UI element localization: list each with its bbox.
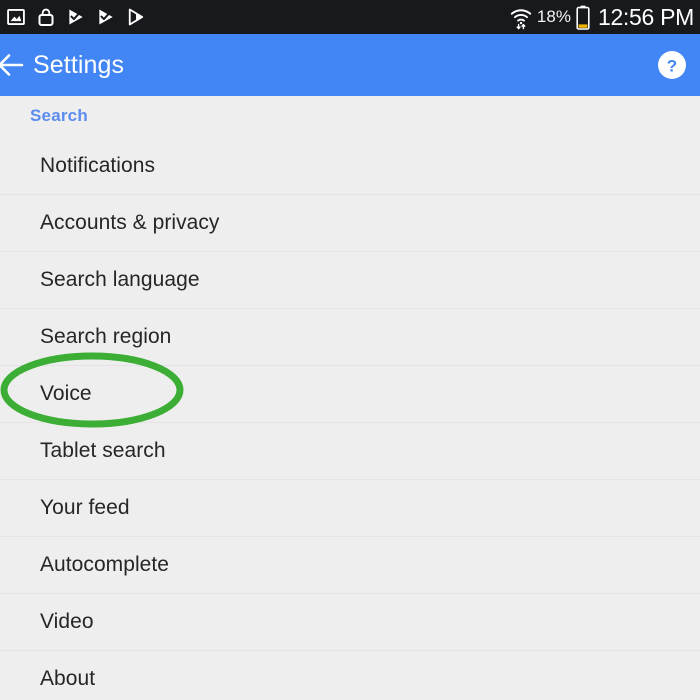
list-item-search-language[interactable]: Search language (0, 251, 700, 308)
status-bar-right-indicators: 18% 12:56 PM (509, 0, 694, 34)
battery-percent-label: 18% (536, 7, 571, 26)
list-item-your-feed[interactable]: Your feed (0, 479, 700, 536)
settings-list: Search Notifications Accounts & privacy … (0, 96, 700, 700)
list-item-label: Accounts & privacy (40, 211, 220, 234)
list-item-voice[interactable]: Voice (0, 365, 700, 422)
back-arrow-icon[interactable] (0, 50, 36, 80)
app-screen: 18% 12:56 PM Settings ? Search Notificat… (0, 0, 700, 700)
battery-low-icon (576, 5, 590, 30)
app-bar: Settings ? (0, 34, 700, 96)
list-item-label: Autocomplete (40, 553, 170, 576)
help-question-icon[interactable]: ? (657, 50, 687, 80)
page-title: Settings (33, 51, 125, 79)
screenshot-icon (6, 7, 26, 27)
list-item-video[interactable]: Video (0, 593, 700, 650)
status-bar-clock: 12:56 PM (597, 4, 694, 30)
list-item-label: Video (40, 610, 94, 633)
list-item-label: Search language (40, 268, 200, 291)
svg-text:?: ? (667, 57, 677, 76)
lock-bag-icon (36, 7, 56, 28)
list-item-tablet-search[interactable]: Tablet search (0, 422, 700, 479)
status-bar-left-icons (6, 0, 146, 34)
list-item-label: Tablet search (40, 439, 166, 462)
play-update-icon-1 (66, 7, 86, 27)
list-item-about[interactable]: About (0, 650, 700, 700)
status-bar: 18% 12:56 PM (0, 0, 700, 34)
list-item-label: Your feed (40, 496, 130, 519)
list-item-label: Voice (40, 382, 92, 405)
list-item-autocomplete[interactable]: Autocomplete (0, 536, 700, 593)
list-item-label: About (40, 667, 96, 690)
wifi-with-data-arrows-icon (509, 4, 533, 30)
play-store-icon (126, 7, 146, 27)
list-item-label: Notifications (40, 154, 156, 177)
play-update-icon-2 (96, 7, 116, 27)
list-item-accounts-privacy[interactable]: Accounts & privacy (0, 194, 700, 251)
section-header-search: Search (30, 106, 88, 125)
list-item-search-region[interactable]: Search region (0, 308, 700, 365)
list-item-label: Search region (40, 325, 172, 348)
list-item-notifications[interactable]: Notifications (0, 137, 700, 194)
